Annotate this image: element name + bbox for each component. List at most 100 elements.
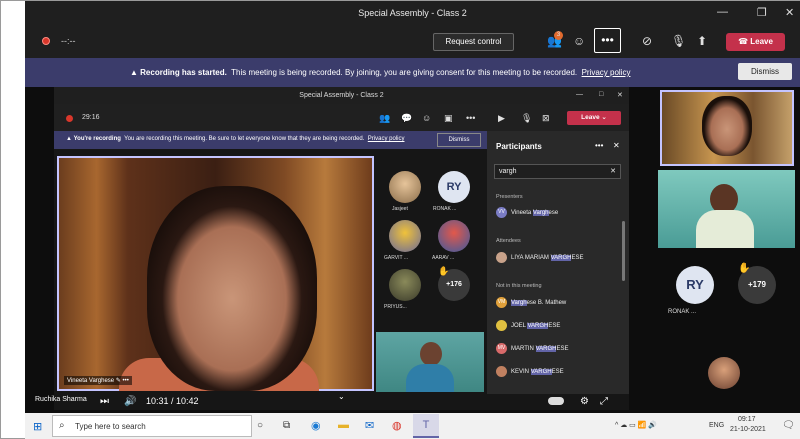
participant-row[interactable]: LIYA MARIAM VARGHESE	[496, 252, 584, 263]
participant-tile[interactable]	[658, 170, 795, 248]
participant-avatar[interactable]	[389, 220, 421, 252]
chrome-icon[interactable]: ◍	[392, 419, 402, 432]
inner-restore-button[interactable]: □	[599, 91, 603, 98]
video-speaker-name: Vineeta Varghese	[67, 378, 115, 384]
more-actions-button[interactable]: •••	[594, 28, 621, 53]
inner-more-icon[interactable]: •••	[466, 112, 475, 124]
grid-label: GARVIT ...	[384, 255, 408, 261]
clear-search-icon[interactable]: ✕	[610, 167, 616, 175]
participant-avatar[interactable]	[438, 220, 470, 252]
participant-row[interactable]: KEVIN VARGHESE	[496, 366, 564, 377]
avatar	[496, 366, 507, 377]
mic-off-icon[interactable]: 🎙	[671, 35, 686, 47]
inner-reactions-icon[interactable]: ☺	[422, 112, 431, 124]
notifications-icon[interactable]: 🗨	[782, 420, 795, 431]
outlook-icon[interactable]: ✉	[365, 419, 374, 432]
more-icon: •••	[122, 378, 129, 384]
participant-row[interactable]: MV MARTIN VARGHESE	[496, 343, 568, 354]
next-icon[interactable]: ⏭	[100, 396, 109, 407]
self-view-clothing	[406, 364, 454, 392]
inner-mic-icon[interactable]: 🎙	[521, 112, 532, 124]
language-indicator[interactable]: ENG	[709, 422, 724, 429]
settings-icon[interactable]: ⚙	[580, 396, 589, 407]
recording-message: ▲ Recording has started. This meeting is…	[130, 68, 630, 77]
close-button[interactable]: ✕	[785, 6, 794, 19]
shared-window: Special Assembly - Class 2 — □ ✕ 29:16 👥…	[54, 87, 629, 410]
main-video[interactable]: Vineeta Varghese ✎ •••	[57, 156, 374, 391]
participant-name: KEVIN	[511, 369, 531, 376]
participant-row[interactable]: VM Varghese B. Mathew	[496, 297, 566, 308]
participant-search-input[interactable]: vargh ✕	[494, 164, 621, 179]
participant-name: ese	[548, 210, 559, 217]
minimize-button[interactable]: —	[717, 6, 728, 18]
volume-icon[interactable]: 🔊	[124, 396, 136, 407]
self-view-video[interactable]	[376, 332, 484, 392]
request-control-button[interactable]: Request control	[433, 33, 514, 51]
inner-toolbar: 29:16 👥 💬 ☺ ▣ ••• ▶ 🎙 ⊠ Leave ⌄	[54, 104, 629, 131]
fullscreen-icon[interactable]: ⤢	[600, 396, 608, 407]
restore-button[interactable]: ❐	[757, 6, 767, 19]
grid-label: Jasjeet	[392, 206, 408, 212]
inner-privacy-link[interactable]: Privacy policy	[368, 136, 405, 142]
participants-badge: 3	[554, 31, 563, 40]
cortana-icon[interactable]: ○	[257, 420, 263, 431]
inner-chat-icon[interactable]: 💬	[401, 112, 412, 124]
participant-tile-clothing	[696, 210, 754, 248]
dismiss-button[interactable]: Dismiss	[738, 63, 792, 80]
inner-window-title: Special Assembly - Class 2	[299, 92, 384, 99]
recording-text: This meeting is being recorded. By joini…	[231, 68, 578, 77]
clock-time[interactable]: 09:17	[738, 416, 756, 423]
inner-close-button[interactable]: ✕	[617, 91, 623, 99]
inner-rooms-icon[interactable]: ▣	[444, 112, 453, 124]
inner-share-icon[interactable]: ⊠	[542, 112, 550, 124]
windows-start-icon[interactable]: ⊞	[33, 420, 42, 433]
toggle-switch[interactable]	[548, 397, 564, 405]
inner-leave-button[interactable]: Leave ⌄	[567, 111, 621, 125]
meeting-timer: --:--	[61, 36, 76, 46]
inner-camera-icon[interactable]: ▶	[498, 112, 505, 124]
grid-label: PRIYUS...	[384, 304, 407, 310]
avatar: VM	[496, 297, 507, 308]
inner-recording-title: You're recording	[73, 136, 121, 142]
panel-more-icon[interactable]: •••	[595, 141, 603, 150]
task-view-icon[interactable]: ⧉	[283, 420, 290, 431]
participants-icon[interactable]: 👥 3	[547, 31, 563, 47]
inner-participants-icon[interactable]: 👥	[379, 112, 390, 124]
avatar	[496, 252, 507, 263]
inner-recording-message: ▲ You're recording You are recording thi…	[66, 136, 404, 142]
share-icon[interactable]: ⬆	[697, 35, 707, 47]
participant-name: ese B. Mathew	[526, 300, 567, 307]
ronak-avatar[interactable]: RY	[676, 266, 714, 304]
tray-icons[interactable]: ^ ☁ ▭ 📶 🔊	[615, 421, 657, 429]
participant-avatar[interactable]	[708, 357, 740, 389]
participant-avatar[interactable]	[389, 171, 421, 203]
inner-dismiss-button[interactable]: Dismiss	[437, 133, 481, 147]
participant-avatar[interactable]	[389, 269, 421, 301]
taskbar-search-input[interactable]: ⌕ Type here to search	[52, 415, 252, 437]
avatar: MV	[496, 343, 507, 354]
speaker-tile[interactable]	[660, 90, 794, 166]
participant-name: LIYA MARIAM	[511, 255, 551, 262]
participant-row[interactable]: VV Vineeta Varghese	[496, 207, 558, 218]
camera-off-icon[interactable]: ⊘	[642, 35, 652, 47]
panel-scrollbar[interactable]	[622, 221, 625, 281]
presenters-heading: Presenters	[496, 194, 523, 200]
privacy-policy-link[interactable]: Privacy policy	[582, 68, 631, 77]
participant-avatar[interactable]: RY	[438, 171, 470, 203]
reactions-icon[interactable]: ☺	[573, 35, 585, 47]
edge-icon[interactable]: ◉	[311, 419, 321, 432]
recording-title: Recording has started.	[140, 68, 227, 77]
inner-recording-text: You are recording this meeting. Be sure …	[124, 136, 365, 142]
participant-row[interactable]: JOEL VARGHESE	[496, 320, 560, 331]
file-explorer-icon[interactable]: ▬	[338, 419, 349, 431]
panel-close-icon[interactable]: ✕	[613, 141, 620, 150]
clock-date[interactable]: 21-10-2021	[730, 426, 766, 433]
video-time: 10:31 / 10:42	[146, 396, 199, 406]
teams-icon[interactable]: T	[413, 414, 439, 438]
search-highlight: VARGH	[535, 346, 557, 353]
inner-minimize-button[interactable]: —	[576, 91, 583, 98]
participant-name: JOEL	[511, 323, 528, 330]
raised-hand-icon: ✋	[438, 266, 450, 276]
chevron-down-icon[interactable]: ⌄	[338, 392, 345, 401]
leave-button[interactable]: ☎ Leave	[726, 33, 785, 51]
